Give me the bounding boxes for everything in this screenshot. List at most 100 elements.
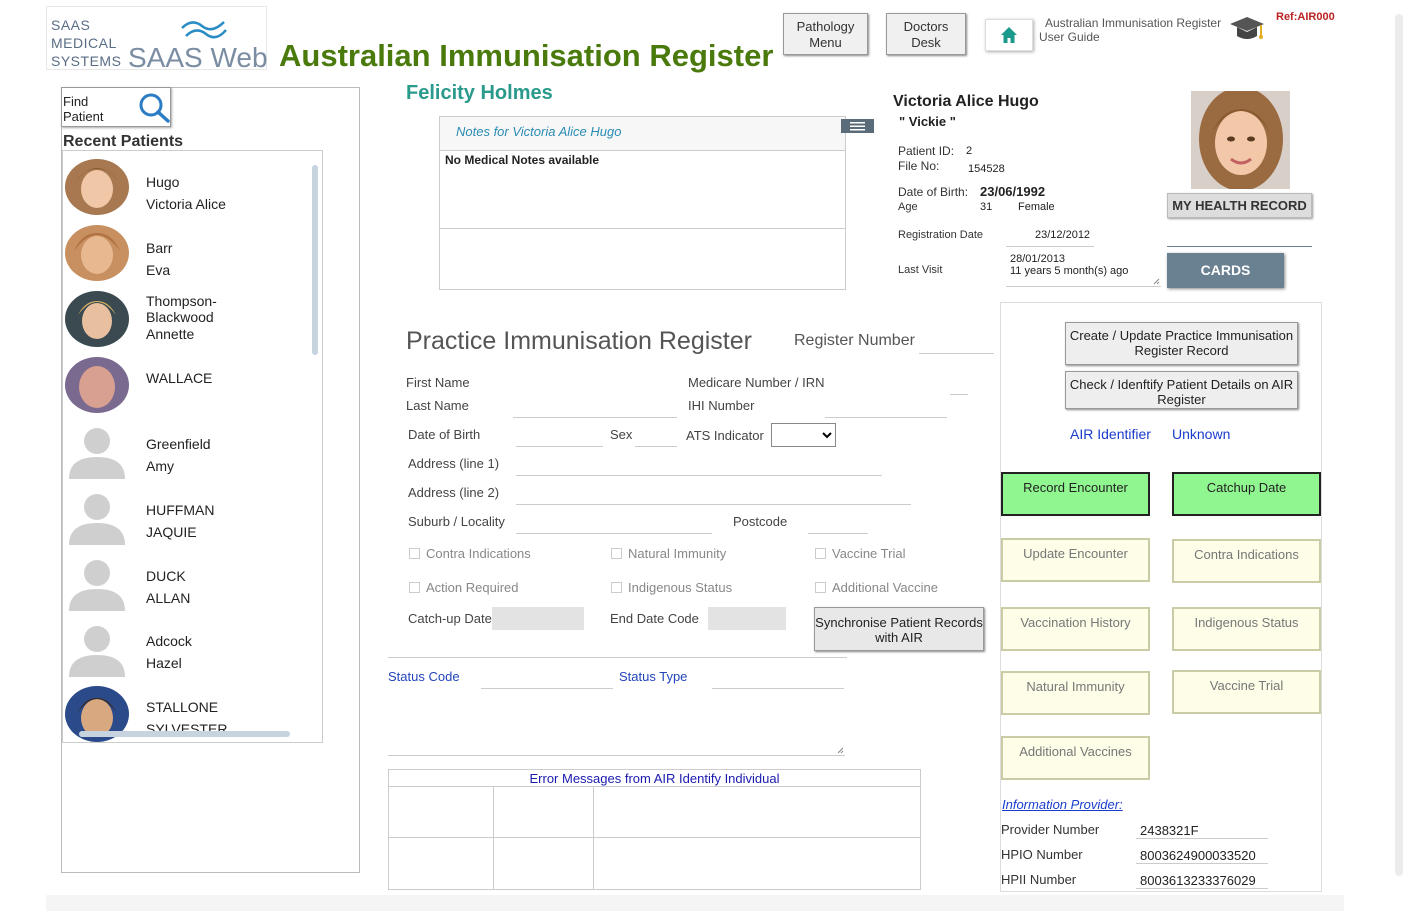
my-health-record-button[interactable]: MY HEALTH RECORD — [1167, 193, 1312, 218]
page-footer — [46, 895, 1344, 911]
last-visit-label: Last Visit — [898, 264, 943, 276]
register-title: Practice Immunisation Register — [406, 327, 752, 355]
search-icon[interactable] — [137, 92, 171, 124]
list-item[interactable]: Barr Eva — [63, 225, 308, 289]
last-name-label: Last Name — [406, 398, 469, 413]
hpio-value: 8003624900033520 — [1140, 848, 1256, 863]
doctors-desk-button[interactable]: Doctors Desk — [886, 13, 966, 55]
vaccine-trial-button[interactable]: Vaccine Trial — [1172, 670, 1321, 714]
create-update-register-button[interactable]: Create / Update Practice Immunisation Re… — [1065, 322, 1298, 365]
page-reference: Ref:AIR000 — [1276, 11, 1335, 23]
list-item[interactable]: Greenfield Amy — [63, 423, 308, 487]
error-table-col-line — [593, 786, 594, 889]
list-item[interactable]: DUCK ALLAN — [63, 555, 308, 619]
patient-first-name: Eva — [146, 262, 171, 278]
suburb-input[interactable] — [516, 533, 712, 534]
hpii-underline — [1136, 888, 1268, 889]
health-record-underline — [1167, 246, 1312, 247]
status-type-input[interactable] — [712, 688, 844, 689]
natural-immunity-checkbox[interactable] — [611, 548, 622, 559]
dob-input[interactable] — [516, 446, 603, 447]
user-guide-link[interactable]: Australian Immunisation Register User Gu… — [1039, 16, 1221, 44]
address-line2-input[interactable] — [516, 504, 911, 505]
action-required-label: Action Required — [426, 580, 519, 595]
current-user-name: Felicity Holmes — [406, 82, 553, 104]
additional-vaccine-checkbox[interactable] — [815, 582, 826, 593]
catchup-date-button[interactable]: Catchup Date — [1172, 472, 1321, 516]
list-vertical-scrollbar[interactable] — [312, 165, 318, 355]
cards-button[interactable]: CARDS — [1167, 253, 1284, 288]
provider-number-underline — [1136, 838, 1268, 839]
update-encounter-button[interactable]: Update Encounter — [1001, 538, 1150, 582]
hpii-value: 8003613233376029 — [1140, 873, 1256, 888]
avatar — [65, 225, 129, 281]
home-icon — [1001, 27, 1017, 43]
avatar — [65, 159, 129, 215]
air-identifier-label: AIR Identifier — [1070, 426, 1151, 442]
contra-indications-checkbox[interactable] — [409, 548, 420, 559]
hpio-label: HPIO Number — [1001, 847, 1083, 862]
default-avatar-icon — [69, 494, 125, 545]
additional-vaccine-label: Additional Vaccine — [832, 580, 938, 595]
dob-label: Date of Birth: — [898, 185, 969, 199]
notes-body: No Medical Notes available — [445, 153, 600, 167]
register-number-input[interactable] — [919, 353, 994, 354]
file-no-label: File No: — [898, 159, 940, 173]
ihi-label: IHI Number — [688, 398, 755, 413]
contra-indications-button[interactable]: Contra Indications — [1172, 539, 1321, 583]
action-required-checkbox[interactable] — [409, 582, 420, 593]
list-item[interactable]: HUFFMAN JAQUIE — [63, 489, 308, 553]
hpii-label: HPII Number — [1001, 872, 1077, 887]
list-item[interactable]: Thompson- Blackwood Annette — [63, 291, 308, 355]
record-encounter-button[interactable]: Record Encounter — [1001, 472, 1150, 516]
catchup-date-input[interactable] — [492, 607, 584, 630]
avatar — [65, 357, 129, 413]
hpio-underline — [1136, 863, 1268, 864]
additional-vaccines-button[interactable]: Additional Vaccines — [1001, 736, 1150, 780]
vaccination-history-button[interactable]: Vaccination History — [1001, 607, 1150, 651]
dob-field-label: Date of Birth — [408, 427, 481, 442]
synchronise-air-button[interactable]: Synchronise Patient Records with AIR — [814, 607, 984, 651]
status-textarea[interactable] — [388, 695, 845, 756]
guide-line-2: User Guide — [1039, 30, 1100, 44]
patient-last-name: Hugo — [146, 174, 180, 190]
patient-nickname: " Vickie " — [899, 114, 956, 129]
patient-photo-image — [1191, 91, 1290, 189]
indigenous-status-checkbox[interactable] — [611, 582, 622, 593]
address-line1-input[interactable] — [516, 475, 882, 476]
postcode-input[interactable] — [808, 533, 868, 534]
error-table-col-line — [493, 786, 494, 889]
last-name-input[interactable] — [513, 417, 677, 418]
list-horizontal-scrollbar[interactable] — [79, 731, 290, 737]
medicare-input[interactable] — [950, 394, 968, 395]
home-button[interactable] — [985, 19, 1033, 51]
address-line2-label: Address (line 2) — [408, 485, 500, 500]
patient-last-name: Greenfield — [146, 436, 211, 452]
information-provider-link[interactable]: Information Provider: — [1002, 797, 1123, 812]
indigenous-status-button[interactable]: Indigenous Status — [1172, 607, 1321, 651]
air-identifier-value: Unknown — [1172, 426, 1231, 442]
patient-full-name: Victoria Alice Hugo — [893, 93, 1039, 110]
brand-saas-text: SAAS MEDICAL SYSTEMS — [51, 16, 121, 70]
list-item[interactable]: Adcock Hazel — [63, 621, 308, 685]
check-identify-air-button[interactable]: Check / Idenftify Patient Details on AIR… — [1065, 371, 1298, 409]
resize-handle-icon[interactable] — [837, 747, 844, 754]
status-type-label: Status Type — [619, 669, 688, 684]
patient-first-name: ALLAN — [146, 590, 191, 606]
page-scrollbar[interactable] — [1395, 14, 1403, 876]
ats-select[interactable] — [771, 423, 836, 447]
file-no-value: 154528 — [968, 163, 1005, 175]
natural-immunity-button[interactable]: Natural Immunity — [1001, 671, 1150, 715]
resize-handle-icon[interactable] — [1153, 278, 1160, 285]
notes-menu-button[interactable] — [841, 119, 874, 133]
end-date-code-input[interactable] — [708, 607, 786, 630]
list-item[interactable]: WALLACE — [63, 357, 308, 421]
brand-web-text: SAAS Web — [128, 42, 268, 73]
ihi-input[interactable] — [825, 417, 947, 418]
list-item[interactable]: Hugo Victoria Alice — [63, 159, 308, 223]
pathology-menu-button[interactable]: Pathology Menu — [783, 13, 868, 55]
sex-input[interactable] — [635, 446, 677, 447]
graduation-cap-icon[interactable] — [1228, 14, 1266, 46]
vaccine-trial-checkbox[interactable] — [815, 548, 826, 559]
status-code-input[interactable] — [481, 688, 613, 689]
